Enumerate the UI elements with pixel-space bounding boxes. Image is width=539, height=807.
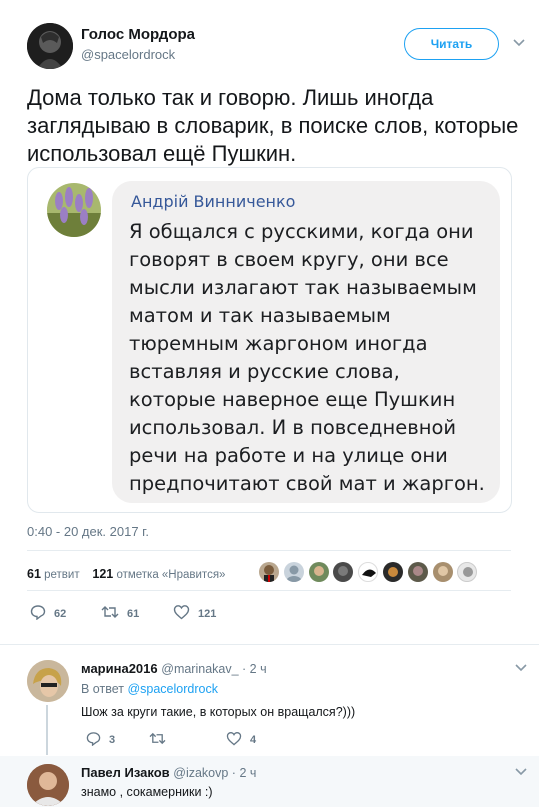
reply-author-name[interactable]: Павел Изаков (81, 765, 170, 780)
retweet-count[interactable]: 61 (27, 567, 41, 581)
reply-button[interactable]: 3 (86, 731, 115, 749)
divider (27, 550, 511, 551)
divider (27, 590, 511, 591)
retweet-action-count: 61 (127, 607, 140, 620)
like-icon (226, 731, 250, 749)
reply-to: В ответ @spacelordrock (81, 682, 218, 696)
retweet-icon (101, 604, 127, 623)
reply-button[interactable]: 62 (30, 604, 66, 623)
like-count[interactable]: 121 (92, 567, 113, 581)
comment-text: Я общался с русскими, когда они говорят … (129, 220, 485, 495)
avatar[interactable] (259, 562, 279, 582)
author-handle[interactable]: @spacelordrock (81, 47, 175, 62)
likers-avatars[interactable] (259, 562, 482, 582)
reply-count: 62 (54, 607, 67, 620)
author-avatar[interactable] (27, 23, 73, 69)
tweet-text: Дома только так и говорю. Лишь иногда за… (27, 85, 519, 166)
reply-author[interactable]: марина2016 @marinakav_ · 2 ч (81, 661, 267, 676)
commenter-name: Андрій Винниченко (131, 192, 296, 211)
follow-button[interactable]: Читать (404, 28, 499, 60)
reply-count: 3 (109, 734, 116, 746)
retweet-button[interactable]: 61 (101, 604, 139, 623)
reply-actions: 3 4 (86, 731, 346, 751)
retweet-icon (149, 731, 174, 749)
reply-text: Шож за круги такие, в которых он вращалс… (81, 705, 356, 719)
avatar[interactable] (432, 562, 453, 582)
reply-icon (30, 604, 54, 623)
avatar[interactable] (457, 562, 478, 582)
reply-author-handle[interactable]: @izakovp · 2 ч (173, 766, 256, 780)
like-action-count: 121 (198, 607, 217, 620)
reply-to-prefix: В ответ (81, 682, 124, 696)
thread-line (46, 705, 48, 755)
avatar[interactable] (283, 562, 304, 582)
avatar[interactable] (333, 562, 354, 582)
tweet-stats: 61 ретвит 121 отметка «Нравится» (27, 567, 225, 581)
reply-avatar[interactable] (27, 660, 69, 702)
reply-author-handle[interactable]: @marinakav_ · 2 ч (161, 662, 266, 676)
like-label[interactable]: отметка «Нравится» (116, 569, 225, 581)
attached-image[interactable]: Андрій Винниченко Я общался с русскими, … (27, 167, 512, 513)
like-button[interactable]: 121 (173, 604, 216, 623)
chevron-down-icon[interactable] (515, 661, 527, 675)
retweet-label[interactable]: ретвит (44, 569, 79, 581)
tweet-actions: 62 61 121 (30, 604, 290, 624)
divider (0, 644, 539, 645)
reply-avatar[interactable] (27, 764, 69, 806)
comment-bubble: Андрій Винниченко Я общался с русскими, … (112, 181, 500, 503)
reply-author-name[interactable]: марина2016 (81, 661, 158, 676)
avatar[interactable] (407, 562, 428, 582)
avatar[interactable] (382, 562, 403, 582)
reply-row[interactable] (0, 756, 539, 807)
avatar[interactable] (358, 562, 379, 582)
quote-avatar (47, 183, 101, 237)
reply-icon (86, 731, 109, 749)
retweet-button[interactable] (149, 731, 174, 749)
author-name[interactable]: Голос Мордора (81, 26, 195, 43)
like-count: 4 (250, 734, 257, 746)
reply-author[interactable]: Павел Изаков @izakovp · 2 ч (81, 765, 256, 780)
like-button[interactable]: 4 (226, 731, 256, 749)
avatar[interactable] (308, 562, 329, 582)
chevron-down-icon[interactable] (515, 765, 527, 779)
tweet-timestamp[interactable]: 0:40 - 20 дек. 2017 г. (27, 524, 149, 539)
reply-text: знамо , сокамерники :) (81, 785, 213, 799)
reply-to-handle[interactable]: @spacelordrock (127, 682, 218, 696)
like-icon (173, 604, 198, 623)
chevron-down-icon[interactable] (513, 36, 525, 50)
